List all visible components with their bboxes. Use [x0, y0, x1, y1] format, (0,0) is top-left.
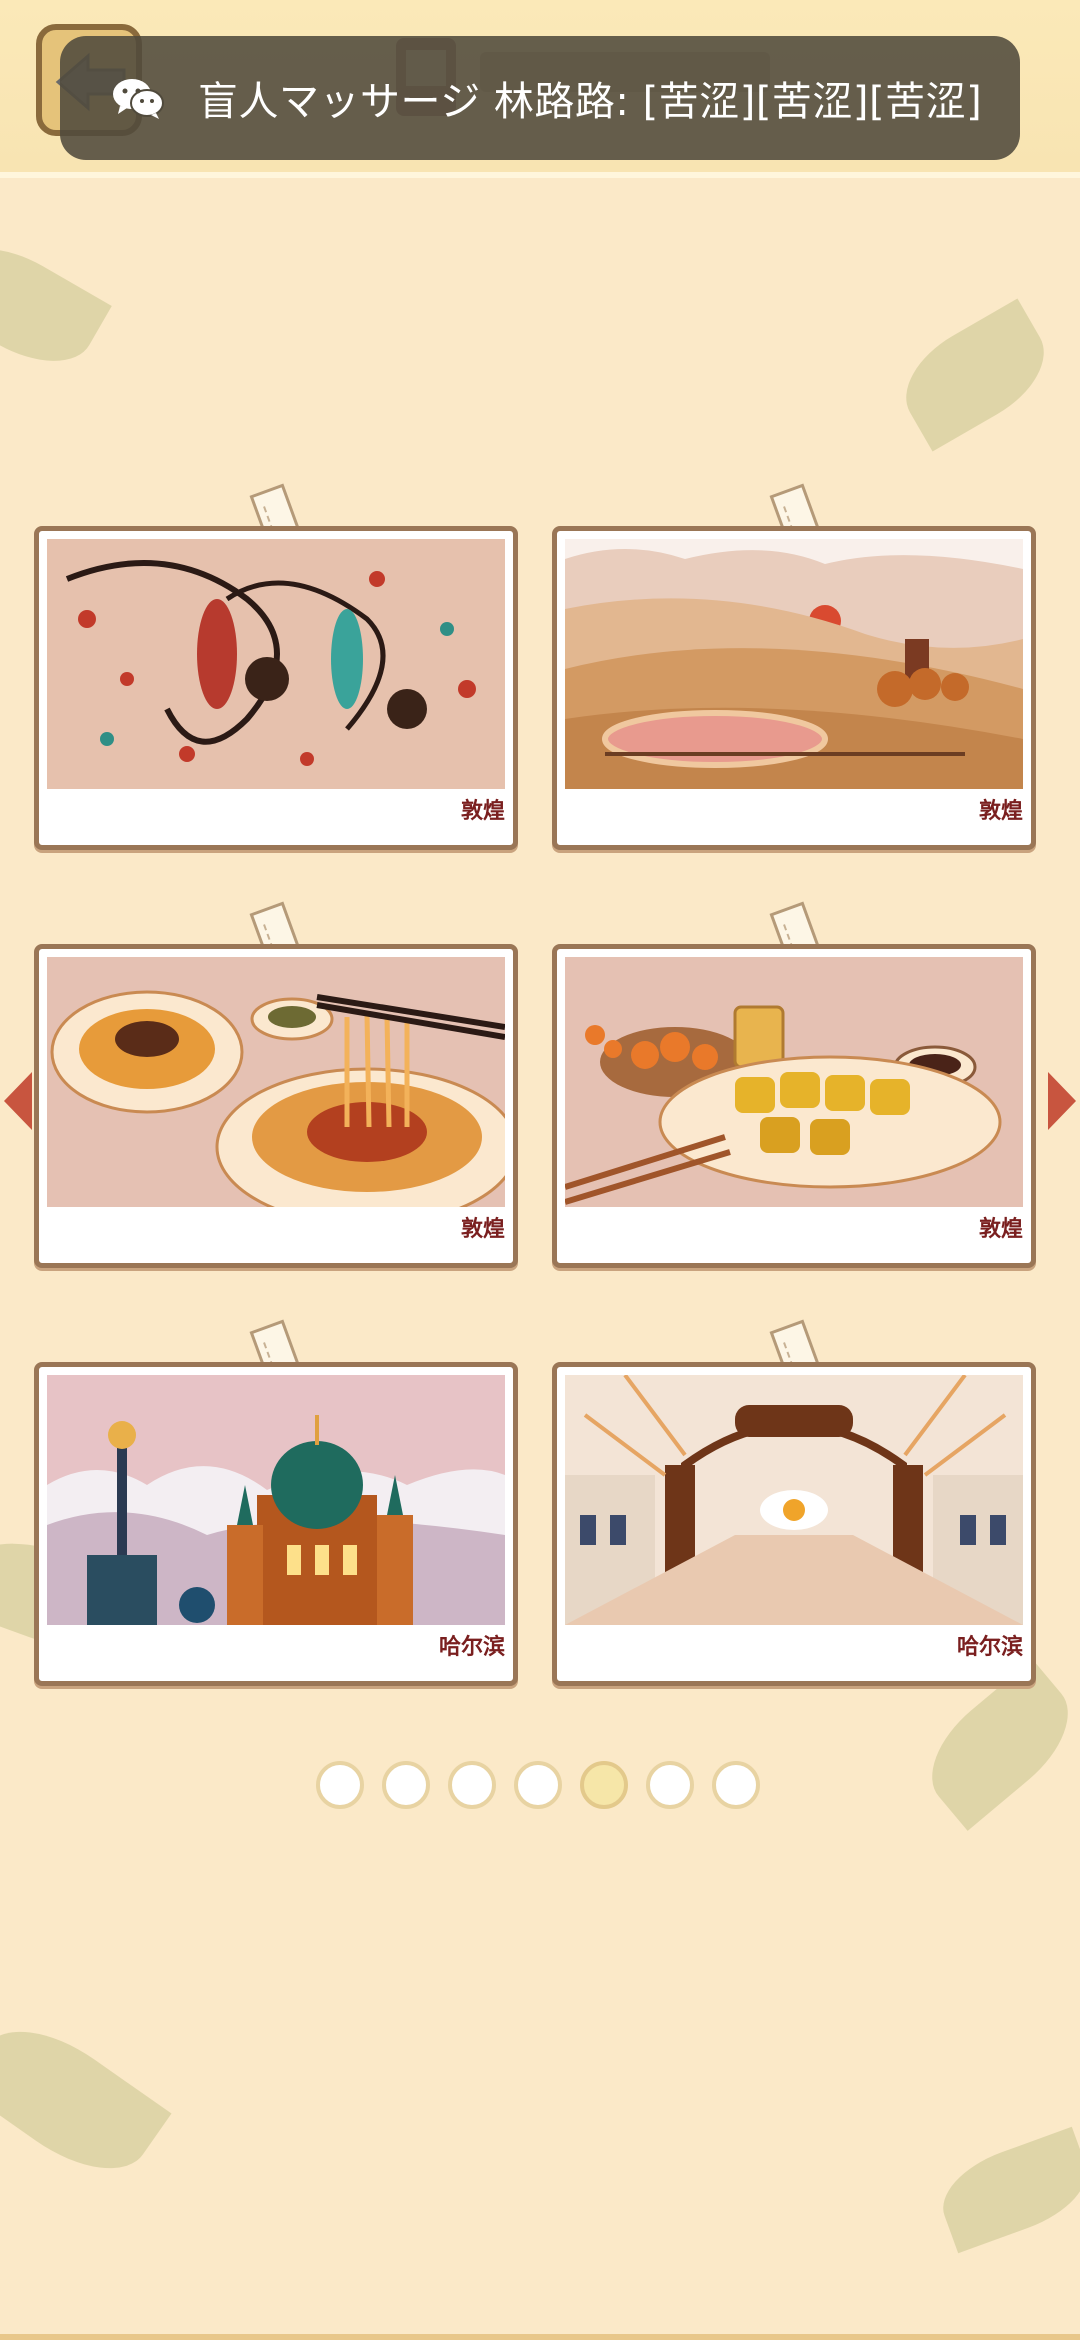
notification-text: 盲人マッサージ 林路路: [苦涩][苦涩][苦涩] [198, 79, 983, 125]
postcard-caption: 敦煌 [978, 798, 1023, 824]
background-leaf [0, 2004, 172, 2196]
background-leaf [0, 226, 112, 384]
postcard-caption: 敦煌 [460, 1216, 505, 1242]
postcard-caption: 敦煌 [460, 798, 505, 824]
page-dot[interactable] [646, 1761, 694, 1809]
bottom-border [0, 2334, 1080, 2340]
postcard-dunhuang-noodles[interactable]: 敦煌 [34, 944, 518, 1268]
page-dot[interactable] [448, 1761, 496, 1809]
background-leaf [887, 298, 1063, 452]
page-dot[interactable] [712, 1761, 760, 1809]
prev-page-arrow-icon[interactable] [2, 1070, 34, 1132]
postcard-art [565, 957, 1023, 1207]
postcard-harbin-central-street[interactable]: 哈尔滨 [552, 1362, 1036, 1686]
postcard-art [47, 1375, 505, 1625]
postcard-harbin-cathedral[interactable]: 哈尔滨 [34, 1362, 518, 1686]
notification-toast[interactable]: 盲人マッサージ 林路路: [苦涩][苦涩][苦涩] [60, 36, 1020, 160]
postcard-dunhuang-oasis[interactable]: 敦煌 [552, 526, 1036, 850]
page-dot[interactable] [316, 1761, 364, 1809]
postcard-art [565, 1375, 1023, 1625]
postcard-caption: 哈尔滨 [956, 1634, 1023, 1660]
page-dot[interactable] [382, 1761, 430, 1809]
postcard-art [47, 957, 505, 1207]
next-page-arrow-icon[interactable] [1046, 1070, 1078, 1132]
top-bar: 盲人マッサージ 林路路: [苦涩][苦涩][苦涩] [0, 0, 1080, 178]
postcard-art [565, 539, 1023, 789]
page-indicator [316, 1761, 760, 1809]
page-dot[interactable] [514, 1761, 562, 1809]
background-leaf [930, 2126, 1080, 2254]
postcard-art [47, 539, 505, 789]
page-dot-active[interactable] [580, 1761, 628, 1809]
postcard-caption: 哈尔滨 [438, 1634, 505, 1660]
postcard-dunhuang-fried-rolls[interactable]: 敦煌 [552, 944, 1036, 1268]
postcard-caption: 敦煌 [978, 1216, 1023, 1242]
postcard-dunhuang-mural[interactable]: 敦煌 [34, 526, 518, 850]
wechat-icon [113, 79, 164, 119]
